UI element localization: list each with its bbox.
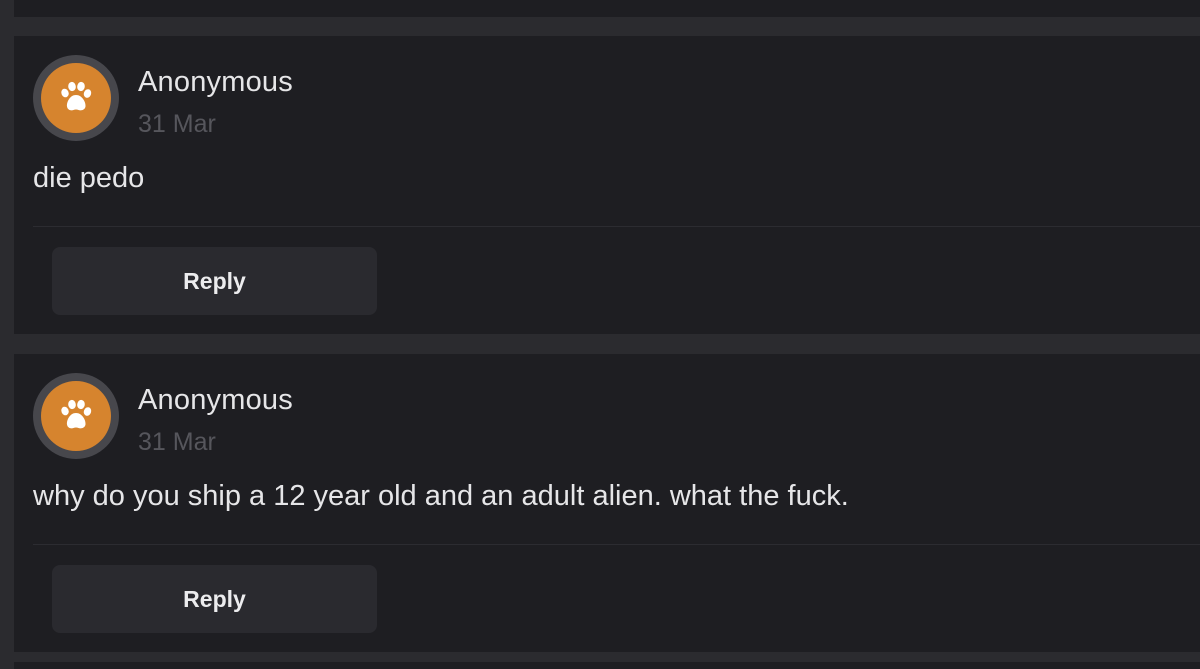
comment-text: why do you ship a 12 year old and an adu… (33, 480, 849, 512)
previous-comment-card (14, 0, 1200, 17)
paw-icon (61, 81, 92, 111)
author-name[interactable]: Anonymous (138, 384, 293, 417)
avatar-circle (41, 381, 111, 451)
avatar-circle (41, 63, 111, 133)
next-comment-card (14, 662, 1200, 669)
comment-card: Anonymous 31 Mar die pedo Reply (14, 36, 1200, 334)
comment-feed: Anonymous 31 Mar die pedo Reply Anonymou… (0, 0, 1200, 669)
comment-date: 31 Mar (138, 428, 216, 456)
comment-card: Anonymous 31 Mar why do you ship a 12 ye… (14, 354, 1200, 652)
comment-text: die pedo (33, 162, 145, 194)
author-name[interactable]: Anonymous (138, 66, 293, 99)
paw-icon (61, 399, 92, 429)
divider (33, 226, 1200, 227)
reply-button[interactable]: Reply (52, 247, 377, 315)
avatar[interactable] (33, 55, 119, 141)
reply-button[interactable]: Reply (52, 565, 377, 633)
avatar[interactable] (33, 373, 119, 459)
comment-date: 31 Mar (138, 110, 216, 138)
divider (33, 544, 1200, 545)
